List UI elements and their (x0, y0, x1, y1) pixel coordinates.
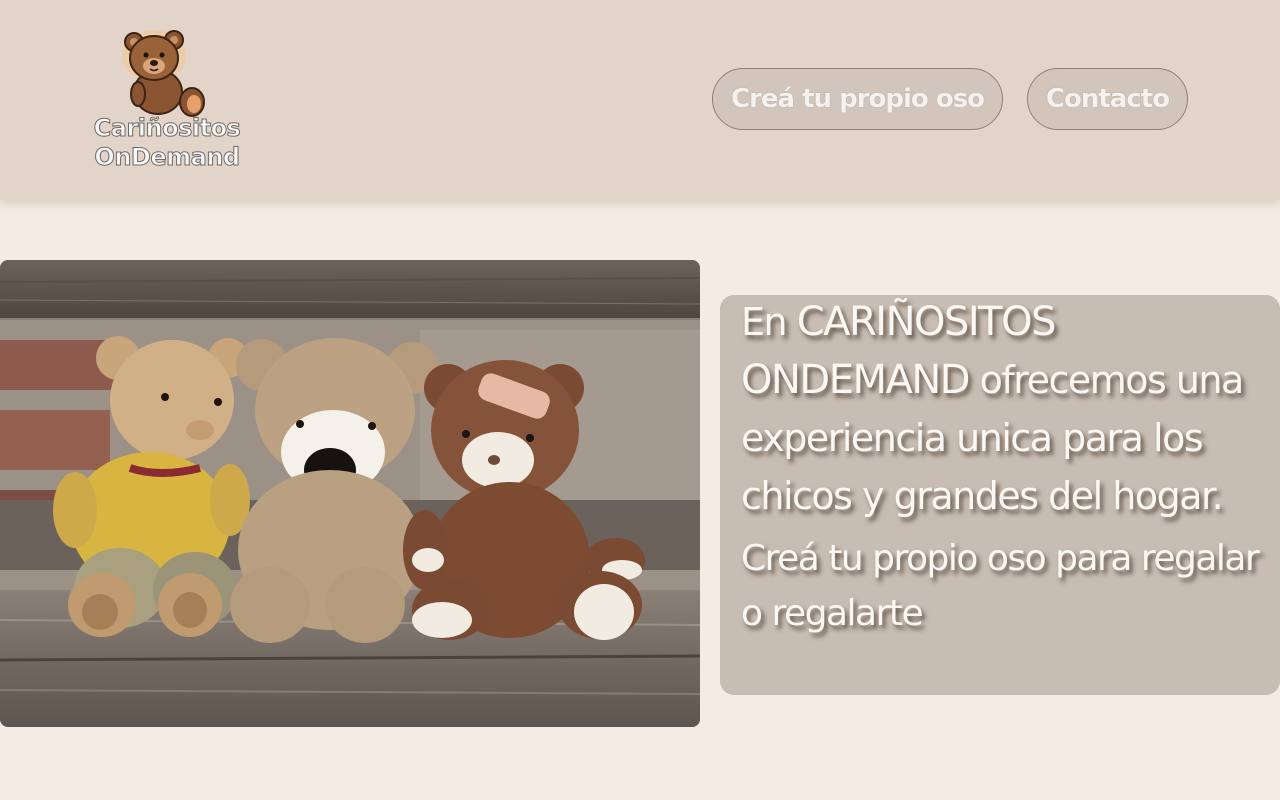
logo-line-1: Cariñositos (93, 114, 241, 143)
intro-text: En CARIÑOSITOS ONDEMAND ofrecemos una ex… (741, 293, 1266, 641)
teddy-bear-logo-icon (122, 30, 205, 117)
brand-logo[interactable]: Cariñositos OnDemand (82, 28, 252, 178)
teddy-bears-photo (0, 260, 700, 727)
logo-line-2: OnDemand (94, 143, 241, 172)
brand-logo-text: Cariñositos OnDemand (82, 114, 252, 172)
intro-paragraph: En CARIÑOSITOS ONDEMAND ofrecemos una ex… (741, 293, 1266, 525)
site-header: Cariñositos OnDemand Creá tu propio oso … (0, 0, 1280, 200)
contact-button[interactable]: Contacto (1027, 68, 1188, 130)
intro-prefix: En (741, 300, 788, 344)
teddy-bears-illustration (0, 260, 700, 727)
cta-text: Creá tu propio oso para regalar o regala… (741, 538, 1260, 634)
create-bear-button[interactable]: Creá tu propio oso (712, 68, 1003, 130)
